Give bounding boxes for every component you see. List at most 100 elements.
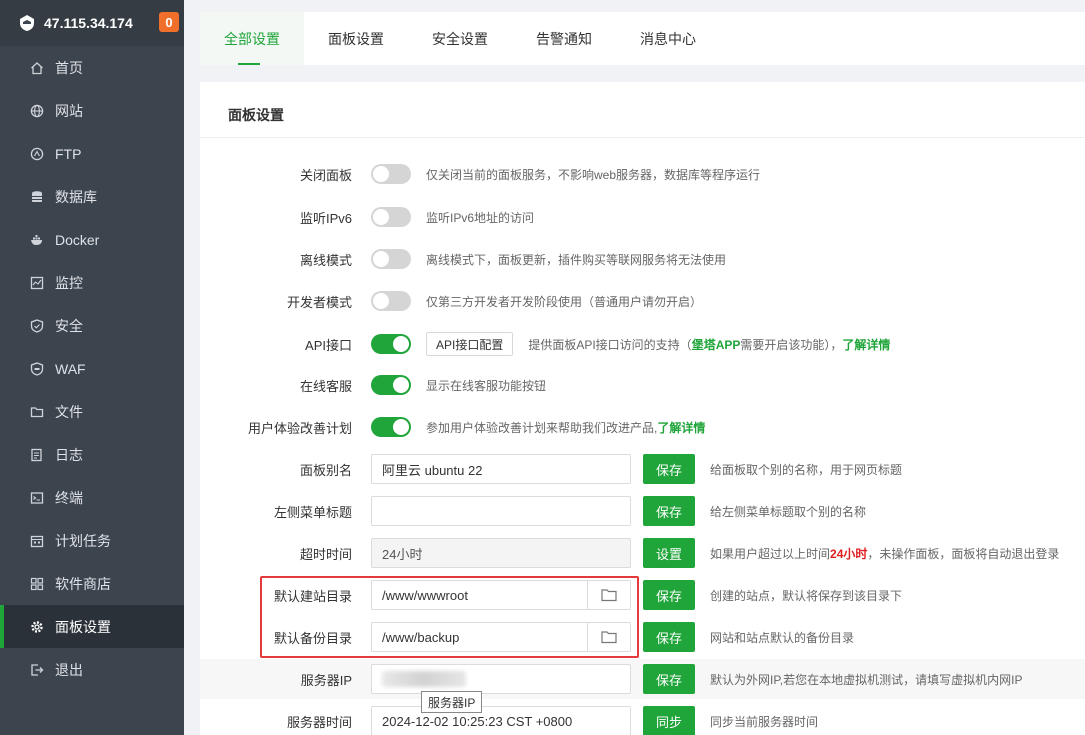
save-menu-title-button[interactable]: 保存 bbox=[643, 496, 696, 526]
setting-hint: 参加用户体验改善计划来帮助我们改进产品,了解详情 bbox=[426, 419, 705, 436]
apps-icon bbox=[30, 577, 44, 591]
setting-row-api: API接口 API接口配置 提供面板API接口访问的支持（堡塔APP需要开启该功… bbox=[200, 332, 1085, 356]
setting-row-offline: 离线模式 离线模式下，面板更新，插件购买等联网服务将无法使用 bbox=[200, 249, 1085, 269]
set-timeout-button[interactable]: 设置 bbox=[643, 538, 696, 568]
terminal-icon bbox=[30, 491, 44, 505]
setting-row-server-ip: 服务器IP 保存 默认为外网IP,若您在本地虚拟机测试，请填写虚拟机内网IP bbox=[200, 659, 1085, 699]
setting-hint: 默认为外网IP,若您在本地虚拟机测试，请填写虚拟机内网IP bbox=[710, 672, 1023, 687]
sidebar-item-label: 面板设置 bbox=[55, 618, 111, 635]
panel-alias-input[interactable]: 阿里云 ubuntu 22 bbox=[371, 454, 631, 484]
ftp-icon bbox=[30, 147, 44, 161]
settings-tabs: 全部设置 面板设置 安全设置 告警通知 消息中心 bbox=[200, 12, 1085, 65]
bt-app-text: 堡塔APP bbox=[691, 337, 741, 352]
menu-title-input[interactable] bbox=[371, 496, 631, 526]
save-backup-dir-button[interactable]: 保存 bbox=[643, 622, 696, 652]
tab-panel-settings[interactable]: 面板设置 bbox=[304, 12, 408, 65]
sidebar-item-label: 数据库 bbox=[55, 188, 97, 205]
setting-label: API接口 bbox=[305, 337, 352, 353]
ux-plan-toggle[interactable] bbox=[371, 417, 411, 437]
hint-text: 参加用户体验改善计划来帮助我们改进产品, bbox=[426, 420, 658, 435]
setting-hint: 仅第三方开发者开发阶段使用（普通用户请勿开启） bbox=[426, 294, 703, 309]
learn-more-link[interactable]: 了解详情 bbox=[842, 338, 890, 352]
ipv6-toggle[interactable] bbox=[371, 207, 411, 227]
save-server-ip-button[interactable]: 保存 bbox=[643, 664, 696, 694]
offline-mode-toggle[interactable] bbox=[371, 249, 411, 269]
hint-text: 需要开启该功能）， bbox=[740, 337, 843, 352]
setting-label: 关闭面板 bbox=[299, 167, 352, 183]
setting-row-online-service: 在线客服 显示在线客服功能按钮 bbox=[200, 375, 1085, 395]
setting-label: 左侧菜单标题 bbox=[273, 504, 352, 520]
tab-security-settings[interactable]: 安全设置 bbox=[408, 12, 512, 65]
close-panel-toggle[interactable] bbox=[371, 164, 411, 184]
developer-mode-toggle[interactable] bbox=[371, 291, 411, 311]
setting-label: 超时时间 bbox=[299, 546, 352, 562]
sidebar-item-terminal[interactable]: 终端 bbox=[0, 476, 184, 519]
sidebar-item-security[interactable]: 安全 bbox=[0, 304, 184, 347]
tab-message-center[interactable]: 消息中心 bbox=[616, 12, 720, 65]
setting-label: 离线模式 bbox=[299, 252, 352, 268]
learn-more-link[interactable]: 了解详情 bbox=[657, 421, 705, 435]
home-icon bbox=[30, 61, 44, 75]
api-config-button[interactable]: API接口配置 bbox=[426, 332, 514, 356]
gear-icon bbox=[30, 620, 44, 634]
sidebar-item-monitor[interactable]: 监控 bbox=[0, 261, 184, 304]
sidebar-item-label: 计划任务 bbox=[55, 532, 111, 549]
notification-badge[interactable]: 0 bbox=[159, 12, 179, 32]
sidebar-item-database[interactable]: 数据库 bbox=[0, 175, 184, 218]
api-toggle[interactable] bbox=[371, 334, 411, 354]
sidebar-item-website[interactable]: 网站 bbox=[0, 89, 184, 132]
setting-row-ux-plan: 用户体验改善计划 参加用户体验改善计划来帮助我们改进产品,了解详情 bbox=[200, 417, 1085, 437]
sync-time-button[interactable]: 同步 bbox=[643, 706, 696, 735]
setting-label: 监听IPv6 bbox=[299, 210, 352, 226]
setting-hint: 监听IPv6地址的访问 bbox=[426, 210, 535, 225]
online-service-toggle[interactable] bbox=[371, 375, 411, 395]
setting-hint: 同步当前服务器时间 bbox=[710, 714, 819, 729]
sidebar-item-label: Docker bbox=[55, 231, 100, 248]
setting-row-developer: 开发者模式 仅第三方开发者开发阶段使用（普通用户请勿开启） bbox=[200, 291, 1085, 311]
server-ip-input[interactable] bbox=[371, 664, 631, 694]
setting-hint: 提供面板API接口访问的支持（堡塔APP需要开启该功能），了解详情 bbox=[528, 336, 890, 353]
sidebar-item-label: 监控 bbox=[55, 274, 83, 291]
setting-label: 在线客服 bbox=[299, 378, 352, 394]
sidebar-item-waf[interactable]: WAF bbox=[0, 347, 184, 390]
hint-text: 如果用户超过以上时间 bbox=[710, 546, 831, 561]
setting-hint: 网站和站点默认的备份目录 bbox=[710, 630, 855, 645]
sidebar-item-files[interactable]: 文件 bbox=[0, 390, 184, 433]
server-ip-title: 47.115.34.174 bbox=[44, 15, 133, 31]
log-icon bbox=[30, 448, 44, 462]
sidebar-item-label: 终端 bbox=[55, 489, 83, 506]
sidebar-item-cron[interactable]: 计划任务 bbox=[0, 519, 184, 562]
sidebar-item-label: 退出 bbox=[55, 661, 83, 678]
timeout-input[interactable]: 24小时 bbox=[371, 538, 631, 568]
setting-row-server-time: 服务器时间 2024-12-02 10:25:23 CST +0800 同步 同步当… bbox=[200, 706, 1085, 735]
database-icon bbox=[30, 190, 44, 204]
setting-row-alias: 面板别名 阿里云 ubuntu 22 保存 给面板取个别的名称，用于网页标题 bbox=[200, 454, 1085, 484]
tab-all-settings[interactable]: 全部设置 bbox=[200, 12, 304, 65]
setting-row-timeout: 超时时间 24小时 设置 如果用户超过以上时间24小时，未操作面板，面板将自动退出登… bbox=[200, 538, 1085, 568]
setting-label: 用户体验改善计划 bbox=[247, 420, 352, 436]
setting-hint: 创建的站点，默认将保存到该目录下 bbox=[710, 588, 903, 603]
sidebar-item-label: 软件商店 bbox=[55, 575, 111, 592]
highlight-box bbox=[260, 576, 639, 658]
setting-hint: 如果用户超过以上时间24小时，未操作面板，面板将自动退出登录 bbox=[710, 545, 1059, 562]
setting-row-ipv6: 监听IPv6 监听IPv6地址的访问 bbox=[200, 207, 1085, 227]
panel-title: 面板设置 bbox=[200, 82, 1085, 138]
bt-logo-icon bbox=[20, 15, 34, 31]
hint-text: ，未操作面板，面板将自动退出登录 bbox=[867, 546, 1060, 561]
save-site-dir-button[interactable]: 保存 bbox=[643, 580, 696, 610]
server-time-input[interactable]: 2024-12-02 10:25:23 CST +0800 bbox=[371, 706, 631, 735]
sidebar-item-store[interactable]: 软件商店 bbox=[0, 562, 184, 605]
sidebar-item-label: 日志 bbox=[55, 446, 83, 463]
tab-alert-notify[interactable]: 告警通知 bbox=[512, 12, 616, 65]
sidebar-item-home[interactable]: 首页 bbox=[0, 46, 184, 89]
sidebar-item-panel-settings[interactable]: 面板设置 bbox=[0, 605, 184, 648]
sidebar-item-ftp[interactable]: FTP bbox=[0, 132, 184, 175]
globe-icon bbox=[30, 104, 44, 118]
sidebar-item-label: WAF bbox=[55, 360, 86, 377]
save-alias-button[interactable]: 保存 bbox=[643, 454, 696, 484]
docker-icon bbox=[30, 233, 44, 247]
sidebar-item-logs[interactable]: 日志 bbox=[0, 433, 184, 476]
sidebar-item-logout[interactable]: 退出 bbox=[0, 648, 184, 691]
sidebar-item-docker[interactable]: Docker bbox=[0, 218, 184, 261]
sidebar-item-label: 网站 bbox=[55, 102, 83, 119]
